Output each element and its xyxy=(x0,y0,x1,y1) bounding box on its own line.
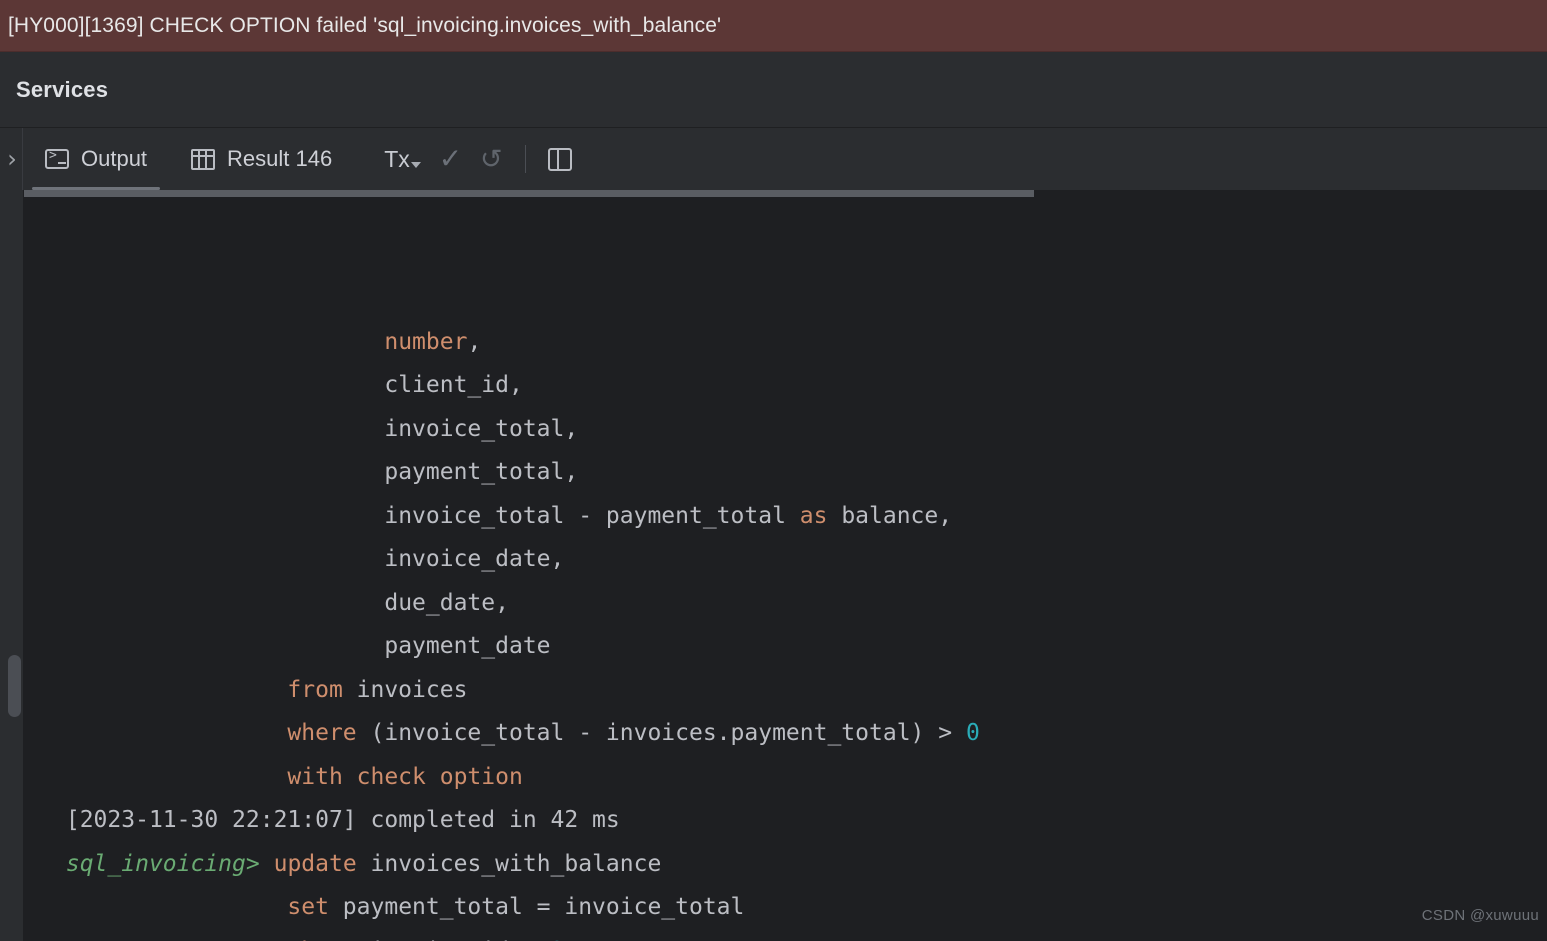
console-span: as xyxy=(799,502,828,529)
tree-item[interactable] xyxy=(0,586,23,630)
services-header: Services xyxy=(0,52,1547,128)
console-span: 0 xyxy=(965,720,980,746)
tx-label: Tx xyxy=(384,145,410,172)
tree-item[interactable] xyxy=(0,454,23,498)
tab-result-label: Result 146 xyxy=(227,146,333,171)
console-span: number xyxy=(384,328,468,355)
console-line: where (invoice_total - invoices.payment_… xyxy=(52,712,1547,756)
output-tabbar: › Output Result 146 Tx ✓ ↻ xyxy=(0,128,1547,190)
tree-vertical-scrollbar[interactable] xyxy=(8,655,21,717)
content-area: ata n xyxy=(0,190,1547,941)
split-layout-icon[interactable] xyxy=(547,147,572,171)
tab-output[interactable]: Output xyxy=(23,128,169,190)
tree-item[interactable] xyxy=(0,410,23,454)
console-line: payment_total, xyxy=(52,451,1547,495)
error-banner-text: [HY000][1369] CHECK OPTION failed 'sql_i… xyxy=(8,13,722,37)
tree-item[interactable] xyxy=(0,278,23,322)
console-span: sql_invoicing> xyxy=(65,850,260,877)
console-span: invoice_id = xyxy=(357,938,551,941)
console-horizontal-scrollbar[interactable] xyxy=(24,190,1034,197)
console-span: due_date, xyxy=(384,589,509,616)
console-span: invoices_with_balance xyxy=(356,850,662,877)
transaction-mode-button[interactable]: Tx xyxy=(384,145,421,172)
console-span: , xyxy=(467,328,482,355)
console-span: 3 xyxy=(551,938,565,941)
terminal-icon xyxy=(45,148,69,169)
console-span: where xyxy=(287,938,356,941)
console-line: number, xyxy=(52,321,1547,365)
console-span: payment_total = invoice_total xyxy=(328,894,745,920)
tree-item[interactable] xyxy=(0,366,23,410)
tree-item[interactable] xyxy=(0,234,23,278)
console-span: invoice_date, xyxy=(384,546,565,572)
console-span: [2023-11-30 22:21:07] completed in 42 ms xyxy=(65,807,620,833)
watermark: CSDN @xuwuuu xyxy=(1421,906,1539,924)
console-span: where xyxy=(287,720,357,746)
console-line: due_date, xyxy=(52,582,1547,626)
database-tree-list: ata xyxy=(0,190,23,718)
console-log-lines: number, client_id, invoice_total, paymen… xyxy=(24,321,1547,941)
toolbar-divider xyxy=(524,145,526,173)
tab-output-label: Output xyxy=(81,146,148,171)
chevron-right-icon[interactable]: › xyxy=(7,147,17,171)
console-line: from invoices xyxy=(52,669,1547,713)
console-span: client_id, xyxy=(384,372,523,398)
console-line: [2023-11-30 22:21:07] completed in 42 ms xyxy=(52,799,1547,843)
tab-list: Output Result 146 xyxy=(23,128,354,190)
console-span: payment_date xyxy=(384,633,551,659)
console-span: with check option xyxy=(287,763,523,790)
console-line: invoice_total, xyxy=(52,408,1547,452)
console-span xyxy=(260,851,274,877)
console-span: invoices xyxy=(342,676,468,703)
console-span: balance, xyxy=(827,502,953,529)
table-icon xyxy=(191,148,216,170)
error-banner: [HY000][1369] CHECK OPTION failed 'sql_i… xyxy=(0,0,1547,52)
chevron-down-icon xyxy=(410,161,421,168)
console-line: where invoice_id = 3 xyxy=(52,930,1547,941)
console-span: invoice_total - payment_total xyxy=(384,502,800,529)
console-span: set xyxy=(287,894,329,920)
tab-result[interactable]: Result 146 xyxy=(169,128,354,190)
database-tree-panel[interactable]: ata xyxy=(0,190,24,941)
console-span: update xyxy=(273,850,357,877)
console-line: invoice_total - payment_total as balance… xyxy=(52,495,1547,539)
tx-toolbar: Tx ✓ ↻ xyxy=(354,128,572,190)
console-span: payment_total, xyxy=(384,459,579,485)
tree-item[interactable]: ata xyxy=(0,190,23,234)
console-line: with check option xyxy=(52,756,1547,800)
console-line: invoice_date, xyxy=(52,538,1547,582)
expand-tree-gutter[interactable]: › xyxy=(0,128,23,190)
tree-item[interactable] xyxy=(0,542,23,586)
console-line: client_id, xyxy=(52,364,1547,408)
console-line: sql_invoicing> update invoices_with_bala… xyxy=(52,843,1547,887)
services-tool-window: [HY000][1369] CHECK OPTION failed 'sql_i… xyxy=(0,0,1547,941)
console-line: payment_date xyxy=(52,625,1547,669)
tree-item[interactable] xyxy=(0,498,23,542)
tree-item[interactable] xyxy=(0,322,23,366)
page-title: Services xyxy=(16,76,109,102)
console-span: from xyxy=(287,676,343,703)
console-line: set payment_total = invoice_total xyxy=(52,886,1547,930)
output-console[interactable]: number, client_id, invoice_total, paymen… xyxy=(24,190,1547,941)
console-span: (invoice_total - invoices.payment_total)… xyxy=(356,720,966,746)
undo-icon[interactable]: ↻ xyxy=(480,144,503,175)
check-icon[interactable]: ✓ xyxy=(439,145,462,173)
console-span: invoice_total, xyxy=(384,415,579,442)
